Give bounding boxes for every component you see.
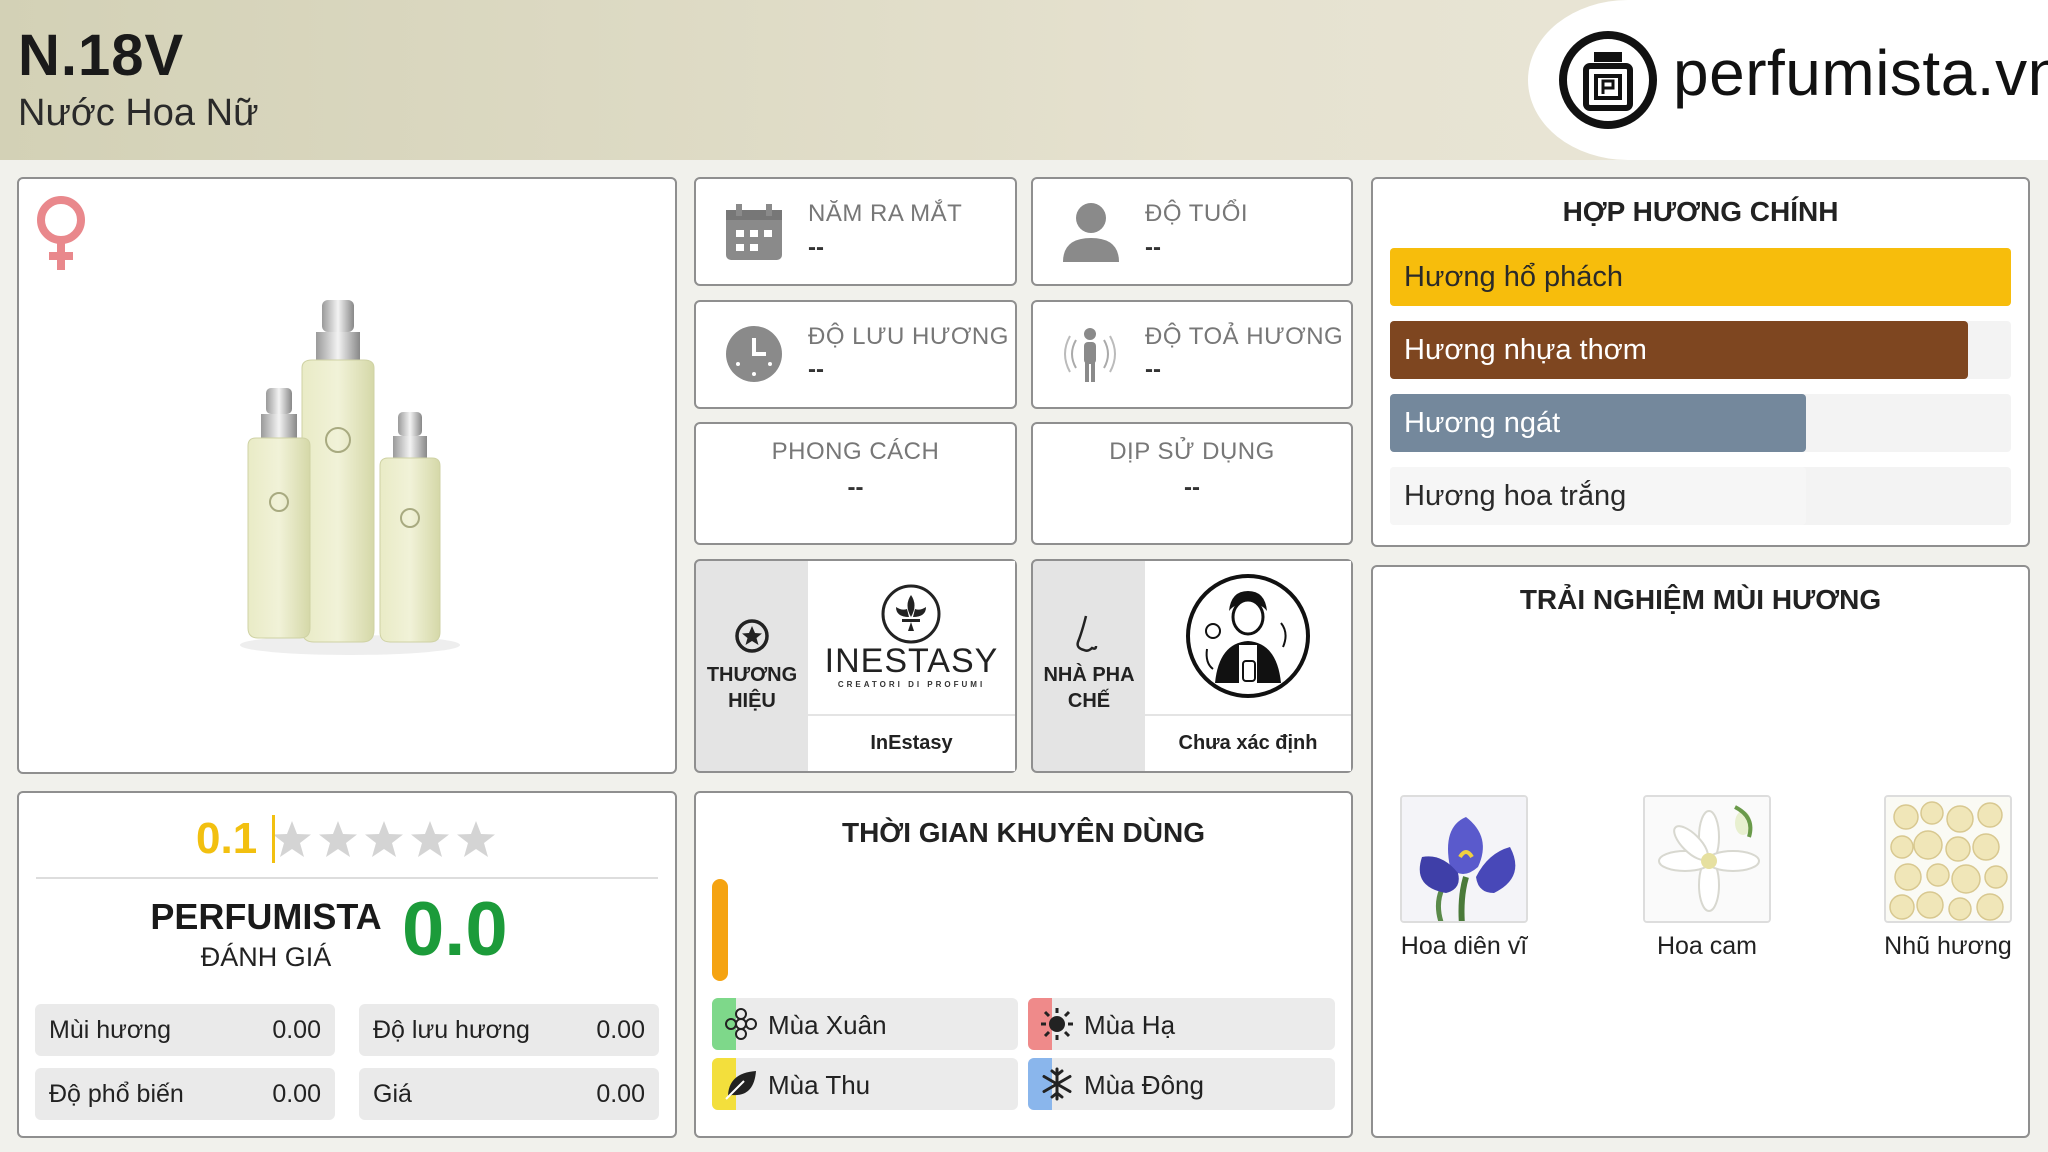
person-icon [1063, 203, 1119, 262]
calendar-icon [726, 204, 782, 260]
note-label-orange-blossom: Hoa cam [1656, 932, 1758, 960]
product-category: Nước Hoa Nữ [18, 92, 259, 134]
product-bottles-image [240, 300, 460, 655]
accord-label: Hương hổ phách [1404, 261, 1624, 293]
perfumista-label: PERFUMISTA [150, 896, 382, 937]
accord-row: Hương ngát [1390, 394, 2011, 452]
scent-experience-title: TRẢI NGHIỆM MÙI HƯƠNG [1519, 584, 1882, 615]
nose-icon [1076, 615, 1098, 652]
brand-name[interactable]: InEstasy [808, 732, 1015, 755]
brand-label: THƯƠNG HIỆU [706, 664, 798, 712]
accord-row: Hương hổ phách [1390, 248, 2011, 306]
perfume-bottle-logo-icon [1559, 31, 1657, 129]
score-longevity: Độ lưu hương 0.00 [359, 1004, 659, 1056]
orange-blossom-icon [1645, 797, 1769, 921]
perfumista-sublabel: ĐÁNH GIÁ [200, 942, 332, 972]
accord-row: Hương nhựa thơm [1390, 321, 2011, 379]
star-badge-icon [735, 619, 769, 653]
perfumer-avatar [1186, 574, 1310, 698]
site-logo-text[interactable]: perfumista.vn [1673, 36, 2048, 110]
longevity-label: ĐỘ LƯU HƯƠNG [808, 323, 1009, 350]
release-year-value: -- [808, 234, 824, 261]
occasion-value: -- [1184, 474, 1200, 501]
note-image-frankincense[interactable] [1884, 795, 2012, 923]
score-price: Giá 0.00 [359, 1068, 659, 1120]
release-year-label: NĂM RA MẮT [808, 200, 963, 227]
season-winter: Mùa Đông [1028, 1058, 1335, 1110]
accord-label: Hương nhựa thơm [1404, 334, 1647, 366]
perfumer-name[interactable]: Chưa xác định [1145, 732, 1351, 755]
season-autumn: Mùa Thu [712, 1058, 1018, 1110]
age-value: -- [1145, 234, 1161, 261]
note-image-iris[interactable] [1400, 795, 1528, 923]
accord-row: Hương hoa trắng [1390, 467, 2011, 525]
iris-flower-icon [1402, 797, 1526, 921]
usage-time-title: THỜI GIAN KHUYÊN DÙNG [841, 817, 1205, 848]
brand-logo-tagline: CREATORI DI PROFUMI [837, 680, 986, 689]
star-row-icon [272, 815, 495, 863]
flower-icon [725, 1008, 757, 1040]
perfumista-score: 0.0 [402, 887, 508, 972]
style-label: PHONG CÁCH [771, 438, 940, 465]
season-summer: Mùa Hạ [1028, 998, 1335, 1050]
note-label-iris: Hoa diên vĩ [1400, 932, 1528, 960]
female-gender-icon [37, 196, 85, 270]
note-label-frankincense: Nhũ hương [1884, 932, 2012, 960]
snowflake-icon [1042, 1067, 1072, 1101]
occasion-label: DỊP SỬ DỤNG [1109, 438, 1275, 465]
product-title: N.18V [18, 23, 185, 88]
score-scent: Mùi hương 0.00 [35, 1004, 335, 1056]
star-rating[interactable] [272, 815, 502, 863]
fleur-de-lis-icon [881, 584, 941, 644]
brand-logo-wordmark: INESTASY [824, 642, 999, 680]
season-spring: Mùa Xuân [712, 998, 1018, 1050]
age-label: ĐỘ TUỔI [1145, 200, 1249, 227]
longevity-value: -- [808, 356, 824, 383]
main-accords-title: HỢP HƯƠNG CHÍNH [1562, 196, 1839, 227]
frankincense-resin-icon [1886, 797, 2010, 921]
accord-label: Hương ngát [1404, 407, 1561, 439]
sillage-value: -- [1145, 356, 1161, 383]
note-image-orange-blossom[interactable] [1643, 795, 1771, 923]
star-fill [272, 815, 275, 863]
clock-icon [726, 326, 782, 382]
rating-divider [36, 877, 658, 879]
leaf-icon [725, 1071, 756, 1100]
score-popularity: Độ phổ biến 0.00 [35, 1068, 335, 1120]
user-rating-score: 0.1 [196, 814, 258, 863]
sillage-person-icon [1064, 328, 1116, 382]
accord-label: Hương hoa trắng [1404, 480, 1627, 512]
perfumer-label: NHÀ PHA CHẾ [1043, 664, 1135, 712]
sun-icon [1041, 1008, 1073, 1040]
style-value: -- [847, 474, 864, 501]
day-night-bar [712, 879, 728, 981]
sillage-label: ĐỘ TOẢ HƯƠNG [1145, 323, 1344, 350]
